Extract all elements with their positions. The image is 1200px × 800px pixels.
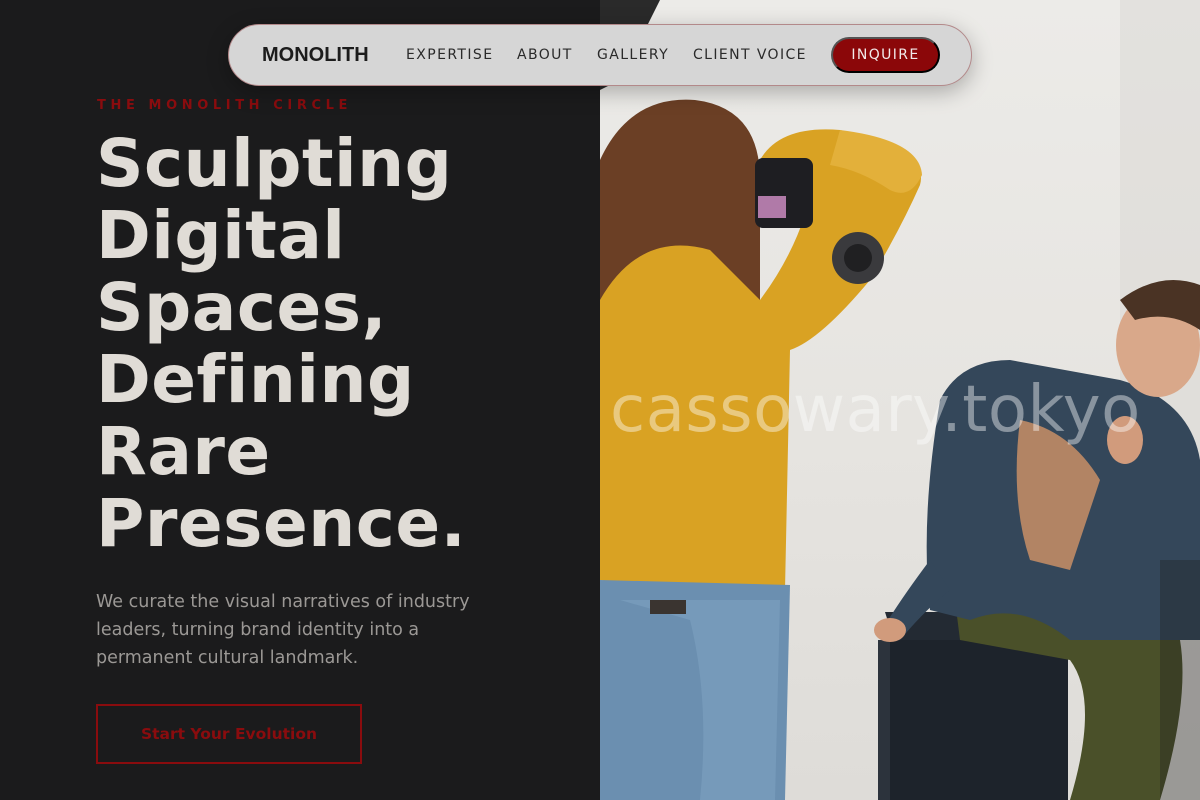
headline-line: Rare — [96, 413, 271, 490]
hero-description: We curate the visual narratives of indus… — [96, 592, 470, 668]
brand-logo[interactable]: MONOLITH — [262, 44, 369, 67]
hero-headline: Sculpting Digital Spaces, Defining Rare … — [96, 128, 596, 560]
headline-line: Spaces, — [96, 269, 388, 346]
inquire-button[interactable]: INQUIRE — [831, 37, 940, 73]
headline-line: Presence. — [96, 485, 467, 562]
headline-line: Digital — [96, 197, 346, 274]
headline-line: Defining — [96, 341, 415, 418]
nav-link-client-voice[interactable]: CLIENT VOICE — [693, 47, 807, 63]
start-evolution-button[interactable]: Start Your Evolution — [96, 704, 362, 764]
hero-panel: THE MONOLITH CIRCLE Sculpting Digital Sp… — [0, 0, 600, 800]
headline-line: Sculpting — [96, 125, 453, 202]
nav-link-expertise[interactable]: EXPERTISE — [406, 47, 493, 63]
nav-link-about[interactable]: ABOUT — [517, 47, 573, 63]
top-nav: MONOLITH EXPERTISE ABOUT GALLERY CLIENT … — [228, 24, 972, 86]
watermark-text: cassowary.tokyo — [610, 373, 1141, 447]
hero-eyebrow: THE MONOLITH CIRCLE — [97, 98, 352, 113]
nav-link-gallery[interactable]: GALLERY — [597, 47, 669, 63]
